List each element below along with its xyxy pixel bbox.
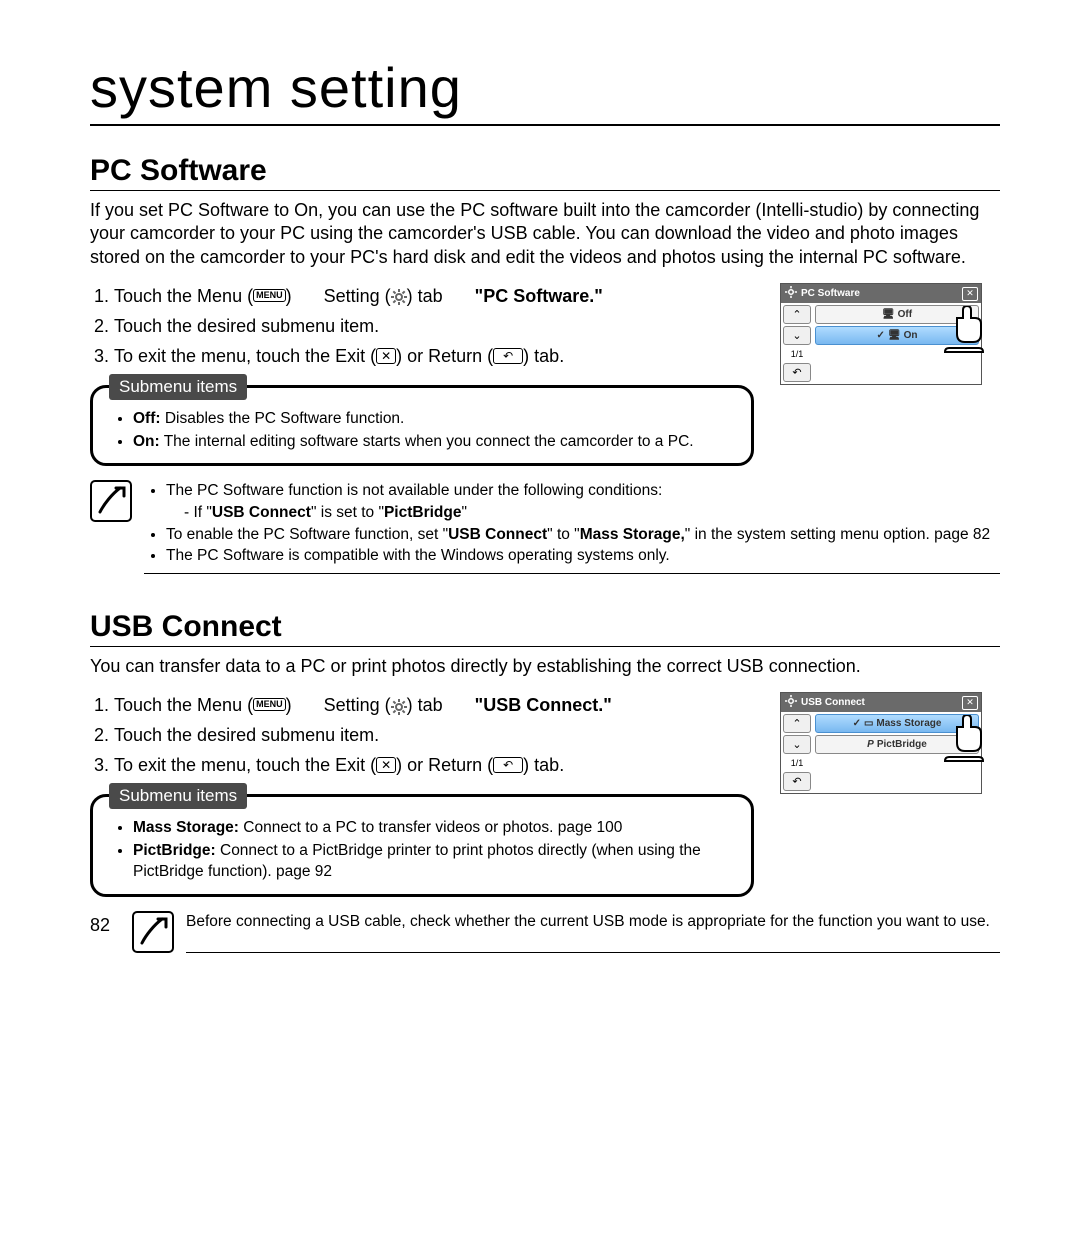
note-block-pc-software: The PC Software function is not availabl… [90, 480, 1000, 574]
down-button[interactable]: ⌄ [783, 735, 811, 754]
section-underline [90, 190, 1000, 191]
gear-icon [391, 699, 407, 715]
submenu-item-pictbridge: PictBridge: Connect to a PictBridge prin… [133, 840, 737, 883]
usb-connect-intro: You can transfer data to a PC or print p… [90, 655, 1000, 678]
screen-page-indicator: 1/1 [783, 347, 811, 361]
close-icon[interactable]: ✕ [962, 287, 978, 301]
screen-title: PC Software [801, 288, 860, 299]
hand-icon [939, 306, 987, 354]
step-target: "PC Software." [475, 286, 603, 306]
menu-icon: MENU [253, 289, 286, 302]
screen-header: PC Software ✕ [781, 284, 981, 303]
note-icon [132, 911, 174, 953]
gear-icon [391, 289, 407, 305]
screen-header: USB Connect ✕ [781, 693, 981, 712]
step-3: To exit the menu, touch the Exit (✕) or … [114, 752, 754, 780]
step-target: "USB Connect." [475, 695, 612, 715]
chapter-title: system setting [90, 55, 1000, 120]
submenu-item-on: On: The internal editing software starts… [133, 431, 737, 453]
footer-note: Before connecting a USB cable, check whe… [186, 911, 1000, 953]
submenu-item-off: Off: Disables the PC Software function. [133, 408, 737, 430]
usb-connect-steps: Touch the Menu (MENU) Setting () tab "US… [90, 692, 754, 780]
exit-icon: ✕ [376, 757, 396, 773]
close-icon[interactable]: ✕ [962, 696, 978, 710]
return-icon: ↶ [493, 757, 523, 773]
gear-icon [785, 286, 797, 301]
step-2: Touch the desired submenu item. [114, 722, 754, 750]
pc-software-intro: If you set PC Software to On, you can us… [90, 199, 1000, 269]
on-icon: 🖥 [888, 330, 901, 341]
section-underline [90, 646, 1000, 647]
drive-icon: ▭ [864, 718, 873, 729]
note-item: To enable the PC Software function, set … [166, 524, 1000, 546]
off-icon: 🖥 [882, 309, 895, 320]
screenshot-usb-connect: USB Connect ✕ ⌃ ⌄ 1/1 ↶ ✓▭Mass Storage P… [780, 692, 982, 794]
note-icon [90, 480, 132, 522]
pc-software-steps: Touch the Menu (MENU) Setting () tab "PC… [90, 283, 754, 371]
note-subitem: If "USB Connect" is set to "PictBridge" [184, 502, 1000, 524]
section-title-pc-software: PC Software [90, 154, 1000, 188]
submenu-box-pc-software: Submenu items Off: Disables the PC Softw… [90, 385, 754, 466]
note-item: The PC Software is compatible with the W… [166, 545, 1000, 567]
screen-page-indicator: 1/1 [783, 756, 811, 770]
page-number: 82 [90, 911, 120, 936]
step-1: Touch the Menu (MENU) Setting () tab "US… [114, 692, 754, 720]
step-2: Touch the desired submenu item. [114, 313, 754, 341]
step-3: To exit the menu, touch the Exit (✕) or … [114, 343, 754, 371]
exit-icon: ✕ [376, 348, 396, 364]
screen-title: USB Connect [801, 697, 865, 708]
note-item: The PC Software function is not availabl… [166, 480, 1000, 523]
up-button[interactable]: ⌃ [783, 305, 811, 324]
step-1: Touch the Menu (MENU) Setting () tab "PC… [114, 283, 754, 311]
gear-icon [785, 695, 797, 710]
submenu-box-usb-connect: Submenu items Mass Storage: Connect to a… [90, 794, 754, 897]
section-title-usb-connect: USB Connect [90, 610, 1000, 644]
menu-icon: MENU [253, 698, 286, 711]
down-button[interactable]: ⌄ [783, 326, 811, 345]
return-button[interactable]: ↶ [783, 363, 811, 382]
return-button[interactable]: ↶ [783, 772, 811, 791]
printer-icon: P [867, 739, 874, 750]
chapter-underline [90, 124, 1000, 126]
check-icon: ✓ [853, 718, 861, 729]
return-icon: ↶ [493, 348, 523, 364]
up-button[interactable]: ⌃ [783, 714, 811, 733]
hand-icon [939, 715, 987, 763]
submenu-label: Submenu items [109, 783, 247, 809]
screenshot-pc-software: PC Software ✕ ⌃ ⌄ 1/1 ↶ 🖥Off ✓🖥On [780, 283, 982, 385]
submenu-item-mass-storage: Mass Storage: Connect to a PC to transfe… [133, 817, 737, 839]
check-icon: ✓ [877, 330, 885, 341]
submenu-label: Submenu items [109, 374, 247, 400]
